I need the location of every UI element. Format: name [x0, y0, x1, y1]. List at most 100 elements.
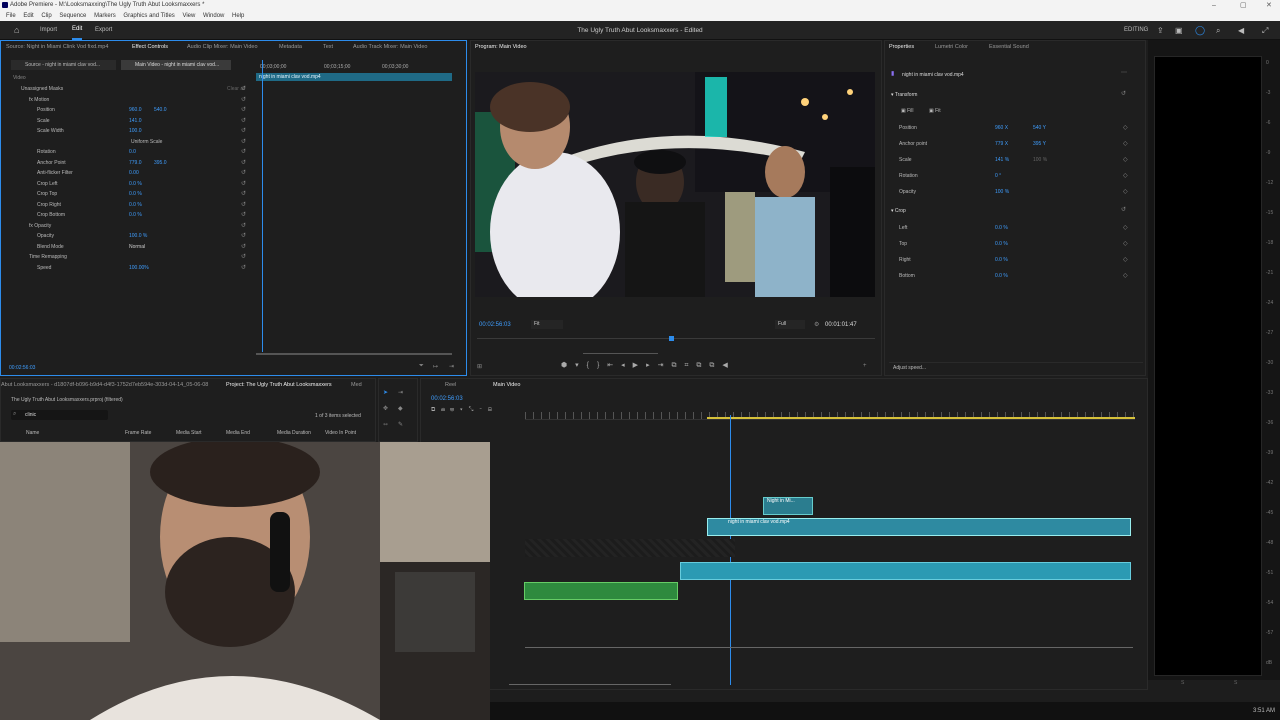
col-media-duration[interactable]: Media Duration — [277, 430, 311, 436]
tab-project[interactable]: Project: The Ugly Truth Abut Looksmaxxer… — [226, 379, 332, 391]
col-media-start[interactable]: Media Start — [176, 430, 202, 436]
adjust-speed-button[interactable]: Adjust speed... — [893, 365, 926, 371]
menu-help[interactable]: Help — [232, 11, 244, 21]
tab-lumetri-color[interactable]: Lumetri Color — [935, 41, 968, 53]
effect-row-value-2[interactable]: 540.0 — [154, 107, 167, 113]
reset-icon[interactable]: ↺ — [241, 169, 246, 176]
program-ruler[interactable] — [477, 338, 875, 344]
filter-icon[interactable]: ⏷ — [419, 363, 424, 370]
crop-reset-icon[interactable]: ↺ — [1121, 206, 1126, 213]
effect-timeline[interactable]: 00;03;00;00 00;03;15;00 00;03;30;00 nigh… — [256, 60, 456, 355]
tab-bin[interactable]: Abut Looksmaxxers - d1807df-b096-b9d4-d4… — [1, 379, 216, 391]
reset-icon[interactable]: ↺ — [241, 180, 246, 187]
tab-metadata[interactable]: Metadata — [279, 41, 302, 53]
transform-row-value[interactable]: 0 ° — [995, 173, 1001, 179]
slip-tool-icon[interactable]: ⇿ — [383, 421, 388, 428]
reset-icon[interactable]: ↺ — [241, 264, 246, 271]
effect-row-value[interactable]: 779.0 — [129, 160, 142, 166]
keyframe-icon[interactable]: ◇ — [1123, 256, 1128, 263]
effect-row-value[interactable]: 100.0 — [129, 128, 142, 134]
effect-row-value[interactable]: 0.0 — [129, 149, 136, 155]
tab-audio-clip-mixer[interactable]: Audio Clip Mixer: Main Video — [187, 41, 258, 53]
effect-row-value-2[interactable]: 395.0 — [154, 160, 167, 166]
effect-row-value[interactable]: 0.0 % — [129, 212, 142, 218]
tab-text[interactable]: Text — [323, 41, 333, 53]
col-frame-rate[interactable]: Frame Rate — [125, 430, 151, 436]
menu-clip[interactable]: Clip — [41, 11, 51, 21]
more-icon[interactable]: ⋯ — [1121, 69, 1127, 76]
transform-row-value[interactable]: 960 X — [995, 125, 1008, 131]
reset-icon[interactable]: ↺ — [241, 96, 246, 103]
col-video-in[interactable]: Video In Point — [325, 430, 356, 436]
meter-solo-left[interactable]: S — [1181, 680, 1184, 686]
keyframe-icon[interactable]: ◇ — [1123, 240, 1128, 247]
selection-tool-icon[interactable]: ➤ — [383, 389, 388, 396]
keyframe-icon[interactable]: ◇ — [1123, 140, 1128, 147]
add-button-icon[interactable]: + — [863, 363, 867, 369]
wrench-icon[interactable]: ⚙ — [814, 321, 819, 328]
menu-window[interactable]: Window — [203, 11, 224, 21]
transport-controls[interactable]: ⬢▾{}⇤◂▶▸⇥⧉⌗⧉⧉◀ — [561, 361, 821, 371]
program-zoom-bar[interactable] — [583, 353, 658, 354]
transform-row-value[interactable]: 779 X — [995, 141, 1008, 147]
transform-row-value[interactable]: 100 % — [995, 189, 1009, 195]
settings-icon[interactable]: ⇥ — [449, 363, 454, 370]
transform-section[interactable]: ▾ Transform — [891, 92, 917, 98]
timeline-tools[interactable]: ⧉⋒⋓▾⤡⌁⊟ — [431, 407, 521, 417]
menu-file[interactable]: File — [6, 11, 16, 21]
tab-media[interactable]: Med — [351, 379, 362, 391]
effect-zoom-bar[interactable] — [256, 353, 452, 355]
share-icon[interactable]: ⇪ — [1157, 21, 1164, 40]
reset-icon[interactable]: ↺ — [241, 201, 246, 208]
col-media-end[interactable]: Media End — [226, 430, 250, 436]
maximize-button[interactable]: ▢ — [1240, 0, 1247, 11]
fullscreen-icon[interactable]: ⤢ — [1262, 21, 1268, 40]
keyframe-icon[interactable]: ◇ — [1123, 172, 1128, 179]
crop-row-value[interactable]: 0.0 % — [995, 225, 1008, 231]
reset-icon[interactable]: ↺ — [241, 190, 246, 197]
transform-row-value-2[interactable]: 100 % — [1033, 157, 1047, 163]
keyframe-icon[interactable]: ◇ — [1123, 224, 1128, 231]
pen-tool-icon[interactable]: ✎ — [398, 421, 403, 428]
track-select-icon[interactable]: ⇥ — [398, 389, 403, 396]
reset-icon[interactable]: ↺ — [241, 138, 246, 145]
menu-view[interactable]: View — [182, 11, 195, 21]
menu-markers[interactable]: Markers — [94, 11, 116, 21]
transform-row-value-2[interactable]: 540 Y — [1033, 125, 1046, 131]
tab-import[interactable]: Import — [40, 21, 57, 40]
volume-icon[interactable]: ◀ — [1238, 21, 1244, 40]
tab-effect-controls[interactable]: Effect Controls — [132, 41, 168, 53]
source-dropdown[interactable]: Source - night in miami clav vod... — [11, 60, 116, 70]
effect-row-value[interactable]: 960.0 — [129, 107, 142, 113]
col-name[interactable]: Name — [26, 430, 39, 436]
transform-row-value[interactable]: 141 % — [995, 157, 1009, 163]
program-title[interactable]: Program: Main Video — [475, 41, 527, 53]
work-area-bar[interactable] — [707, 417, 1135, 419]
tab-audio-track-mixer[interactable]: Audio Track Mixer: Main Video — [353, 41, 428, 53]
effect-row-value[interactable]: 0.0 % — [129, 181, 142, 187]
effect-timecode[interactable]: 00:02:56:03 — [9, 365, 35, 371]
timeline-audio-clip-a2[interactable] — [524, 582, 678, 600]
reset-icon[interactable]: ↺ — [241, 85, 246, 92]
program-timecode[interactable]: 00:02:56:03 — [479, 322, 511, 328]
project-search-input[interactable]: clinic — [11, 410, 108, 420]
razor-tool-icon[interactable]: ◆ — [398, 405, 403, 412]
timeline-clip-v1[interactable]: night in miami clav vod.mp4 — [707, 518, 1131, 536]
crop-row-value[interactable]: 0.0 % — [995, 273, 1008, 279]
crop-row-value[interactable]: 0.0 % — [995, 241, 1008, 247]
timeline-clip-v2[interactable]: Night in Mi... — [763, 497, 813, 515]
reset-icon[interactable]: ↺ — [241, 159, 246, 166]
reset-icon[interactable]: ↺ — [241, 148, 246, 155]
crop-row-value[interactable]: 0.0 % — [995, 257, 1008, 263]
workspace-label[interactable]: EDITING — [1124, 21, 1148, 40]
program-playhead[interactable] — [669, 336, 674, 341]
menu-sequence[interactable]: Sequence — [59, 11, 86, 21]
reset-icon[interactable]: ↺ — [241, 211, 246, 218]
effect-playhead[interactable] — [262, 60, 263, 352]
progress-icon[interactable]: ◯ — [1195, 21, 1205, 40]
tab-reel[interactable]: Reel — [445, 379, 456, 391]
effect-row-value[interactable]: 0.0 % — [129, 191, 142, 197]
effect-row-value[interactable]: 0.00 — [129, 170, 139, 176]
program-video-frame[interactable] — [475, 72, 875, 297]
fit-dropdown[interactable]: Fit — [531, 320, 563, 329]
